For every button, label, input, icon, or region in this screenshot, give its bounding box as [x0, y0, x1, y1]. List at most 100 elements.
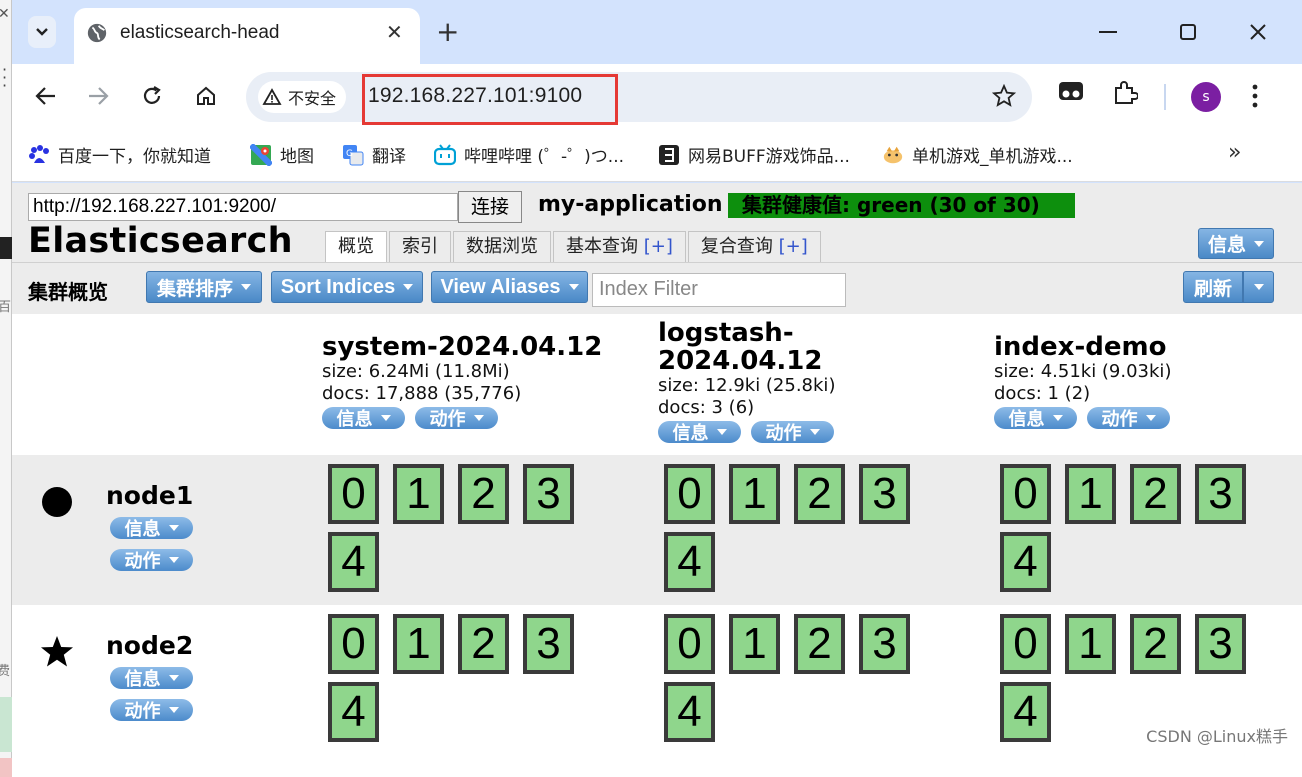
shard-box[interactable]: 4 [664, 532, 715, 592]
bookmark-item[interactable]: 网易BUFF游戏饰品... [658, 142, 850, 167]
caret-down-icon [380, 415, 391, 421]
maximize-button[interactable] [1168, 14, 1208, 50]
node-name: node2 [106, 631, 194, 660]
warning-icon [262, 88, 282, 105]
shard-box[interactable]: 4 [328, 682, 379, 742]
forward-button[interactable] [80, 78, 116, 114]
extensions-icon[interactable] [1112, 80, 1138, 106]
shard-box[interactable]: 4 [328, 532, 379, 592]
shard-box[interactable]: 0 [328, 464, 379, 524]
shard-box[interactable]: 2 [458, 464, 509, 524]
bookmark-item[interactable]: 哔哩哔哩 (゜-゜)つ... [434, 142, 624, 167]
node-info-button[interactable]: 信息 [110, 517, 193, 540]
shard-box[interactable]: 1 [1065, 614, 1116, 674]
tab-search-button[interactable] [28, 16, 56, 48]
circle-icon [42, 487, 72, 517]
shard-box[interactable]: 4 [664, 682, 715, 742]
tab-indices[interactable]: 索引 [389, 231, 451, 262]
index-info-button[interactable]: 信息 [322, 407, 405, 430]
shard-box[interactable]: 3 [1195, 614, 1246, 674]
main-tabs: 概览 索引 数据浏览 基本查询 [+] 复合查询 [+] [325, 231, 821, 262]
index-header: index-demo size: 4.51ki (9.03ki) docs: 1… [994, 333, 1302, 430]
address-bar[interactable]: 不安全 192.168.227.101:9100 [246, 72, 1032, 125]
caret-down-icon [241, 284, 251, 290]
index-docs: docs: 17,888 (35,776) [322, 383, 522, 404]
bookmark-item[interactable]: G 翻译 [342, 142, 406, 167]
back-button[interactable] [28, 78, 64, 114]
maps-icon [250, 143, 272, 166]
shard-box[interactable]: 0 [1000, 464, 1051, 524]
sort-cluster-button[interactable]: 集群排序 [146, 271, 262, 303]
index-info-button[interactable]: 信息 [658, 421, 741, 444]
security-chip[interactable]: 不安全 [258, 81, 347, 113]
info-menu-button[interactable]: 信息 [1198, 228, 1274, 259]
shard-box[interactable]: 1 [729, 464, 780, 524]
home-button[interactable] [188, 78, 224, 114]
shard-box[interactable]: 1 [393, 614, 444, 674]
shard-box[interactable]: 0 [664, 614, 715, 674]
shard-box[interactable]: 1 [393, 464, 444, 524]
index-action-button[interactable]: 动作 [1087, 407, 1170, 430]
close-tab-icon[interactable]: ✕ [386, 20, 403, 44]
tab-basic-query[interactable]: 基本查询 [+] [553, 231, 686, 262]
minimize-button[interactable] [1088, 14, 1128, 50]
bookmark-item[interactable]: 地图 [250, 142, 314, 167]
bookmark-star-icon[interactable] [992, 84, 1016, 108]
shard-box[interactable]: 0 [1000, 614, 1051, 674]
sort-indices-button[interactable]: Sort Indices [271, 271, 423, 303]
index-name: logstash-2024.04.12 [658, 318, 823, 376]
cluster-health-badge: 集群健康值: green (30 of 30) [728, 193, 1075, 218]
shard-box[interactable]: 2 [1130, 614, 1181, 674]
close-window-button[interactable] [1238, 14, 1278, 50]
reload-button[interactable] [134, 78, 170, 114]
shard-box[interactable]: 1 [729, 614, 780, 674]
tab-overview[interactable]: 概览 [325, 231, 387, 262]
shard-box[interactable]: 2 [794, 464, 845, 524]
index-action-button[interactable]: 动作 [415, 407, 498, 430]
shard-box[interactable]: 1 [1065, 464, 1116, 524]
index-info-button[interactable]: 信息 [994, 407, 1077, 430]
new-tab-button[interactable]: + [436, 18, 459, 46]
index-action-button[interactable]: 动作 [751, 421, 834, 444]
globe-icon [87, 23, 107, 43]
index-filter-input[interactable]: Index Filter [592, 273, 846, 307]
shard-box[interactable]: 3 [523, 614, 574, 674]
view-aliases-button[interactable]: View Aliases [431, 271, 588, 303]
buff-icon [658, 144, 680, 166]
browser-tab[interactable]: elasticsearch-head ✕ [74, 8, 420, 64]
bookmark-label: 单机游戏_单机游戏... [912, 147, 1073, 167]
shard-box[interactable]: 3 [859, 464, 910, 524]
tab-compound-query[interactable]: 复合查询 [+] [687, 231, 821, 262]
node-action-button[interactable]: 动作 [110, 699, 193, 722]
background-fragment [0, 237, 12, 259]
connect-button[interactable]: 连接 [458, 191, 522, 223]
profile-avatar[interactable]: s [1191, 82, 1221, 112]
shard-box[interactable]: 4 [1000, 532, 1051, 592]
shard-box[interactable]: 0 [328, 614, 379, 674]
refresh-dropdown-button[interactable] [1243, 271, 1274, 303]
shard-box[interactable]: 2 [1130, 464, 1181, 524]
bookmark-item[interactable]: 百度一下，你就知道 [28, 142, 211, 167]
index-name: system-2024.04.12 [322, 332, 603, 362]
shard-box[interactable]: 3 [1195, 464, 1246, 524]
chevron-double-right-icon[interactable]: » [1228, 140, 1241, 165]
home-icon [197, 86, 215, 105]
bookmark-item[interactable]: 单机游戏_单机游戏... [882, 142, 1073, 167]
browser-window: elasticsearch-head ✕ + 不安全 192.168.227.1… [12, 0, 1302, 777]
shard-box[interactable]: 4 [1000, 682, 1051, 742]
refresh-button[interactable]: 刷新 [1183, 271, 1243, 303]
shard-box[interactable]: 3 [523, 464, 574, 524]
tab-strip: elasticsearch-head ✕ + [12, 0, 1302, 64]
shard-box[interactable]: 2 [458, 614, 509, 674]
connect-url-input[interactable]: http://192.168.227.101:9200/ [28, 193, 458, 221]
shard-box[interactable]: 0 [664, 464, 715, 524]
more-vertical-icon[interactable] [1252, 84, 1258, 108]
tab-browser[interactable]: 数据浏览 [453, 231, 551, 262]
node-action-button[interactable]: 动作 [110, 549, 193, 572]
reading-mode-icon[interactable] [1058, 80, 1084, 104]
caret-down-icon [168, 707, 179, 713]
shard-box[interactable]: 3 [859, 614, 910, 674]
background-fragment: 费 [0, 664, 11, 679]
shard-box[interactable]: 2 [794, 614, 845, 674]
node-info-button[interactable]: 信息 [110, 667, 193, 690]
